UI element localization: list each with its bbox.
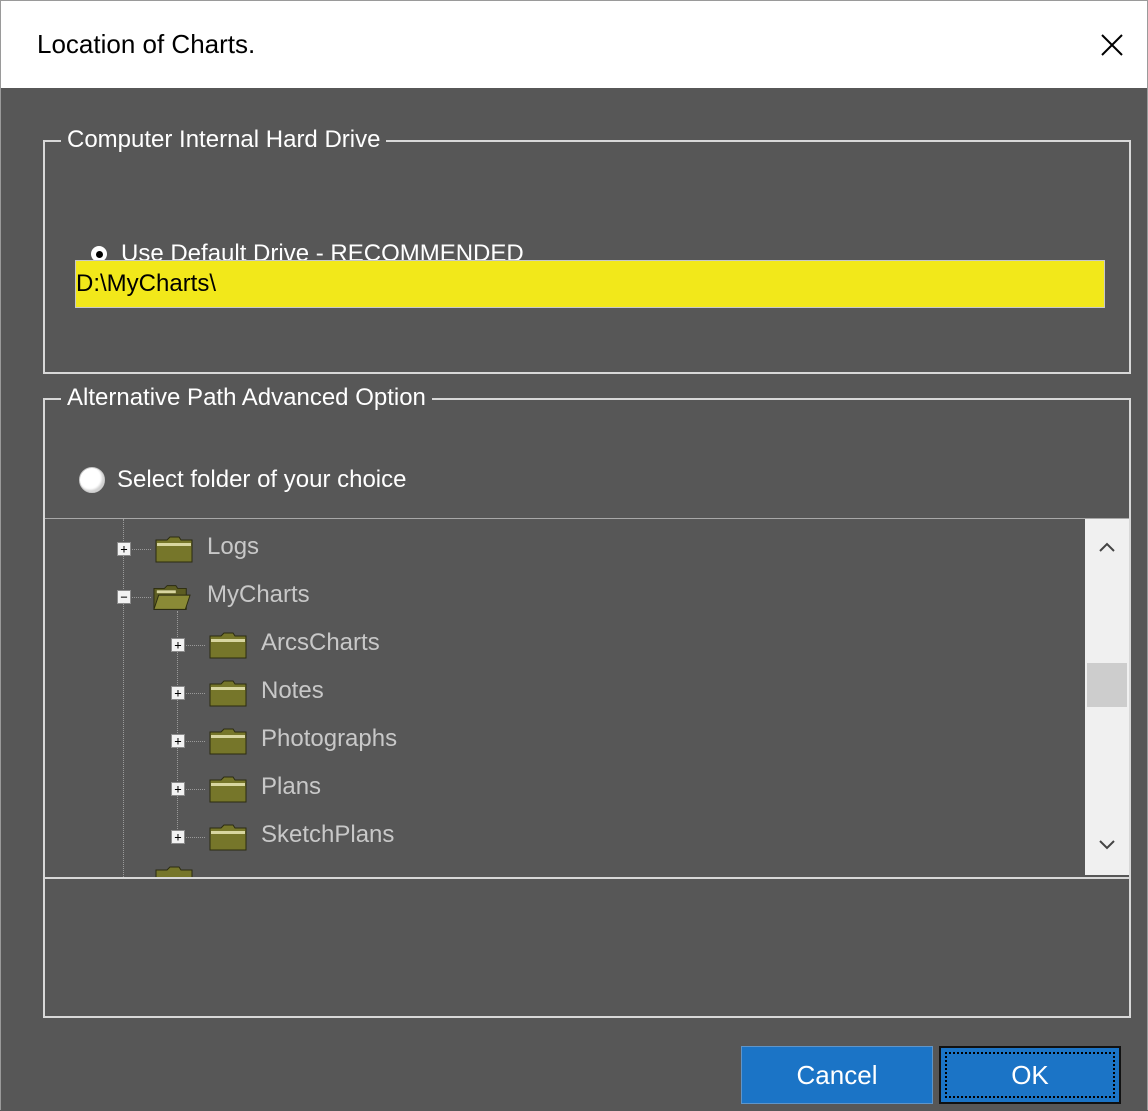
tree-item-label: Photographs (261, 725, 398, 752)
folder-closed-icon (155, 536, 193, 563)
expand-toggle[interactable]: + (117, 542, 131, 556)
folder-closed-icon (155, 866, 193, 877)
tree-item-photographs[interactable]: + Photographs (45, 723, 1085, 759)
title-bar: Location of Charts. (0, 0, 1148, 89)
tree-item-logs[interactable]: + Logs (45, 531, 1085, 567)
tree-item-label: ArcsCharts (261, 629, 380, 656)
tree-item-notes[interactable]: + Notes (45, 675, 1085, 711)
radio-unselected-indicator (79, 467, 105, 493)
tree-item-label: SketchPlans (261, 821, 395, 848)
alternative-path-group: Alternative Path Advanced Option Select … (43, 382, 1131, 1018)
expand-toggle[interactable]: + (171, 638, 185, 652)
scroll-up-button[interactable] (1085, 527, 1129, 567)
close-icon (1101, 34, 1123, 56)
expand-toggle[interactable]: + (171, 830, 185, 844)
folder-open-icon (153, 585, 191, 610)
scroll-thumb[interactable] (1087, 663, 1127, 707)
alternative-path-legend: Alternative Path Advanced Option (61, 382, 432, 414)
scroll-down-button[interactable] (1085, 825, 1129, 865)
tree-item-arcscharts[interactable]: + ArcsCharts (45, 627, 1085, 663)
folder-closed-icon (209, 824, 247, 851)
chevron-down-icon (1099, 840, 1115, 850)
internal-drive-legend: Computer Internal Hard Drive (61, 124, 387, 156)
cancel-button-label: Cancel (796, 1059, 878, 1090)
tree-item-sketchplans[interactable]: + SketchPlans (45, 819, 1085, 855)
chevron-up-icon (1099, 542, 1115, 552)
window-title: Location of Charts. (37, 29, 256, 59)
expand-toggle[interactable]: + (171, 734, 185, 748)
tree-item-plans[interactable]: + Plans (45, 771, 1085, 807)
folder-closed-icon (209, 776, 247, 803)
select-folder-radio[interactable]: Select folder of your choice (79, 466, 407, 494)
folder-tree[interactable]: + Logs − MyCharts + ArcsCharts + Notes +… (45, 518, 1129, 879)
tree-item-label: MyCharts (207, 581, 310, 608)
cancel-button[interactable]: Cancel (741, 1046, 933, 1104)
focus-rectangle (945, 1052, 1115, 1098)
select-folder-label: Select folder of your choice (117, 466, 407, 493)
folder-closed-icon (209, 680, 247, 707)
tree-item-label: Notes (261, 677, 324, 704)
close-button[interactable] (1077, 1, 1147, 89)
tree-item-label: Logs (207, 533, 260, 560)
folder-closed-icon (209, 728, 247, 755)
tree-scrollbar[interactable] (1085, 519, 1129, 875)
ok-button[interactable]: OK (939, 1046, 1121, 1104)
collapse-toggle[interactable]: − (117, 590, 131, 604)
tree-item-label: Plans (261, 773, 322, 800)
tree-item-mycharts[interactable]: − MyCharts (45, 579, 1085, 615)
folder-closed-icon (209, 632, 247, 659)
dialog-body: Computer Internal Hard Drive Use Default… (0, 88, 1148, 1110)
internal-drive-group: Computer Internal Hard Drive Use Default… (43, 124, 1131, 374)
expand-toggle[interactable]: + (171, 782, 185, 796)
expand-toggle[interactable]: + (171, 686, 185, 700)
default-drive-path-field[interactable] (75, 260, 1105, 308)
